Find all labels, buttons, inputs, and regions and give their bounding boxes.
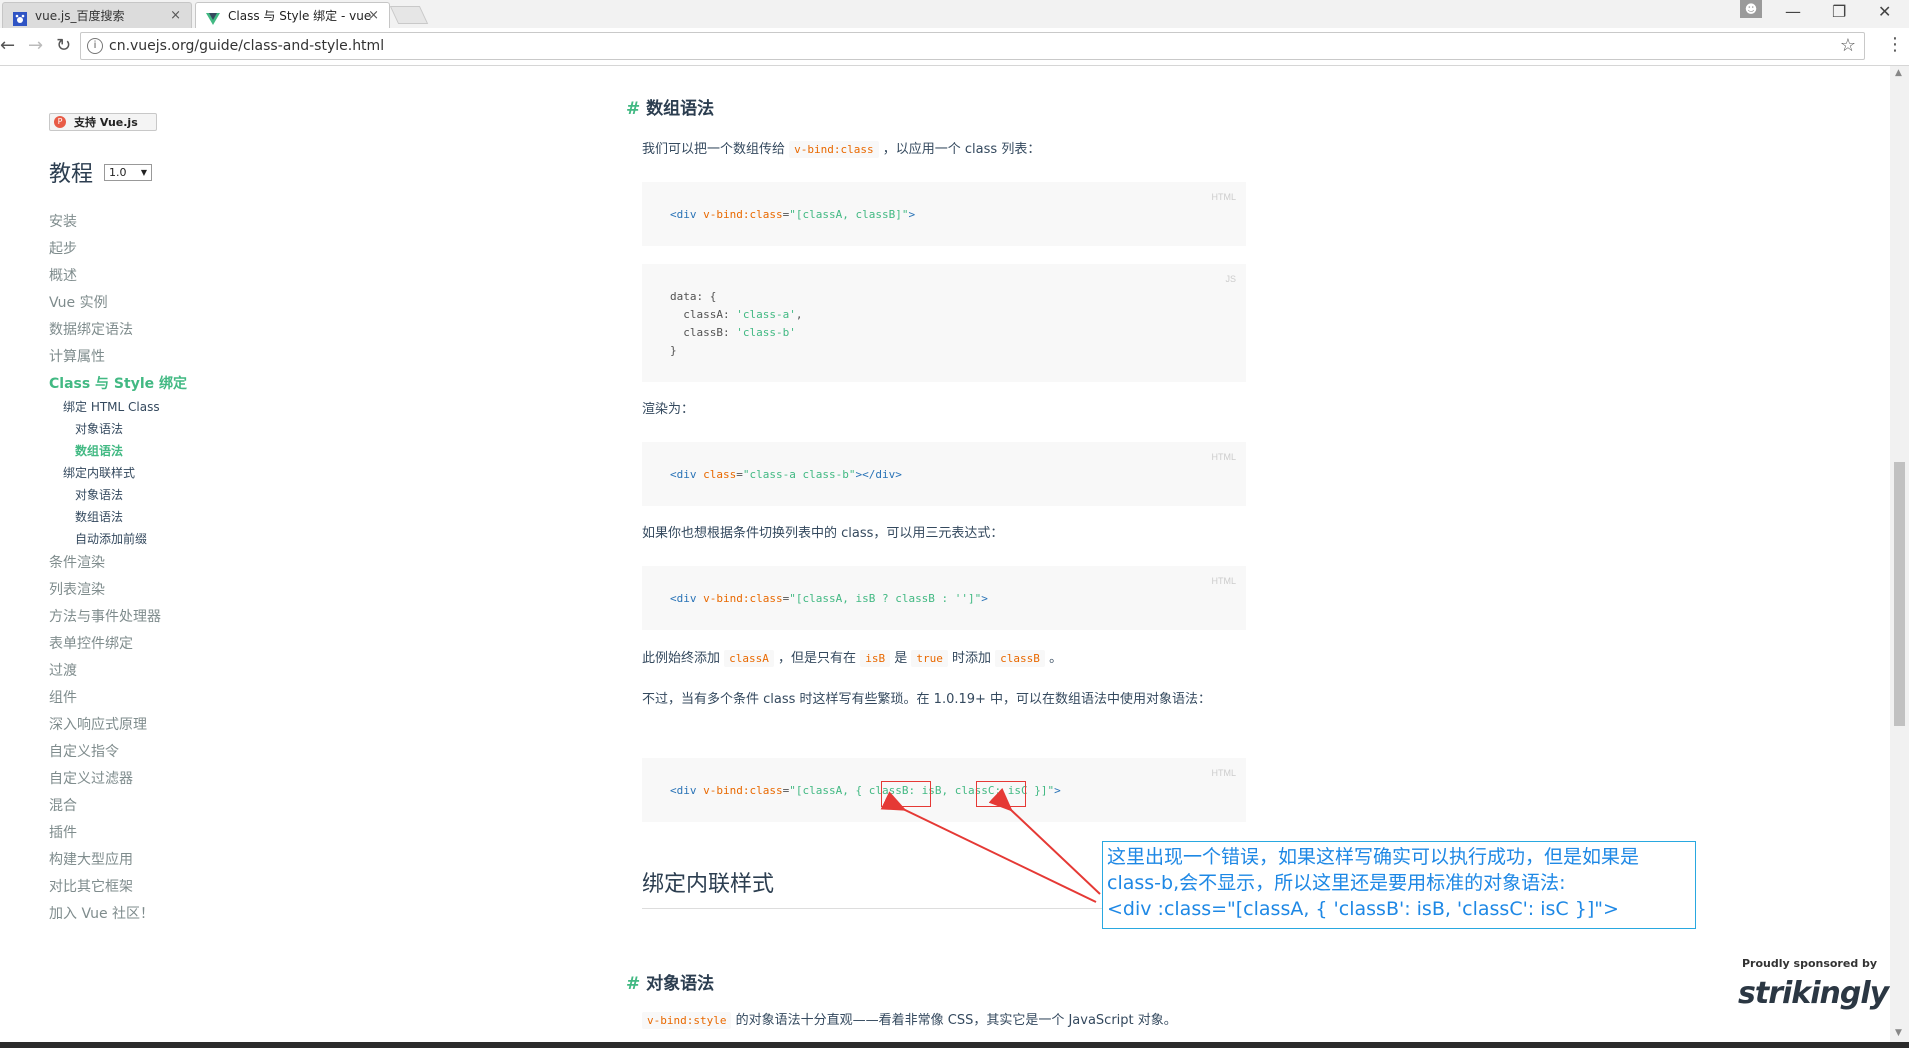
- back-arrow-icon[interactable]: ←: [0, 35, 15, 56]
- scroll-up-arrow-icon[interactable]: ▲: [1895, 68, 1902, 78]
- tab-close-icon[interactable]: ×: [170, 3, 181, 28]
- tab-close-icon[interactable]: ×: [368, 3, 379, 28]
- annotation-note: 这里出现一个错误，如果这样写确实可以执行成功，但是如果是 class-b,会不显…: [1102, 841, 1696, 929]
- sponsor-label: Proudly sponsored by: [1742, 957, 1878, 970]
- user-profile-icon[interactable]: ☻: [1740, 0, 1762, 18]
- reload-icon[interactable]: ↻: [56, 35, 71, 56]
- vue-logo-icon: [206, 9, 220, 25]
- forward-arrow-icon[interactable]: →: [28, 35, 43, 56]
- annotation-line-2: class-b,会不显示，所以这里还是要用标准的对象语法:: [1107, 872, 1566, 894]
- taskbar-edge: [0, 1042, 1909, 1048]
- tab-baidu-search[interactable]: vue.js_百度搜索 ×: [2, 2, 192, 28]
- tab-bar: vue.js_百度搜索 × Class 与 Style 绑定 - vue × ☻…: [0, 0, 1909, 28]
- arrow-to-classB: [880, 791, 1097, 903]
- address-bar[interactable]: i cn.vuejs.org/guide/class-and-style.htm…: [80, 32, 1865, 60]
- strikingly-logo[interactable]: strikingly: [1738, 976, 1889, 1011]
- close-window-button[interactable]: ✕: [1878, 2, 1891, 21]
- page-viewport: P 支持 Vue.js 教程 1.0 ▼ 安装 起步 概述 Vue 实例 数据绑…: [0, 66, 1890, 1042]
- url-text[interactable]: cn.vuejs.org/guide/class-and-style.html: [109, 33, 384, 59]
- scroll-down-arrow-icon[interactable]: ▼: [1895, 1028, 1902, 1038]
- restore-button[interactable]: ❐: [1832, 2, 1846, 21]
- tab-title: Class 与 Style 绑定 - vue: [228, 9, 372, 23]
- scrollbar-thumb[interactable]: [1894, 462, 1905, 726]
- page-scrollbar[interactable]: ▲ ▼: [1890, 66, 1909, 1042]
- menu-dots-icon[interactable]: ⋮: [1886, 34, 1904, 55]
- minimize-button[interactable]: —: [1785, 2, 1801, 21]
- baidu-icon: [13, 9, 27, 26]
- tab-title: vue.js_百度搜索: [35, 9, 125, 23]
- browser-toolbar: ← → ↻ i cn.vuejs.org/guide/class-and-sty…: [0, 28, 1909, 66]
- bookmark-star-icon[interactable]: ☆: [1840, 35, 1856, 56]
- info-icon[interactable]: i: [87, 38, 103, 54]
- annotation-line-1: 这里出现一个错误，如果这样写确实可以执行成功，但是如果是: [1107, 846, 1640, 868]
- annotation-line-3: <div :class="[classA, { 'classB': isB, '…: [1107, 898, 1619, 920]
- tab-vue-class-style[interactable]: Class 与 Style 绑定 - vue ×: [195, 2, 390, 28]
- new-tab-button[interactable]: [389, 6, 429, 24]
